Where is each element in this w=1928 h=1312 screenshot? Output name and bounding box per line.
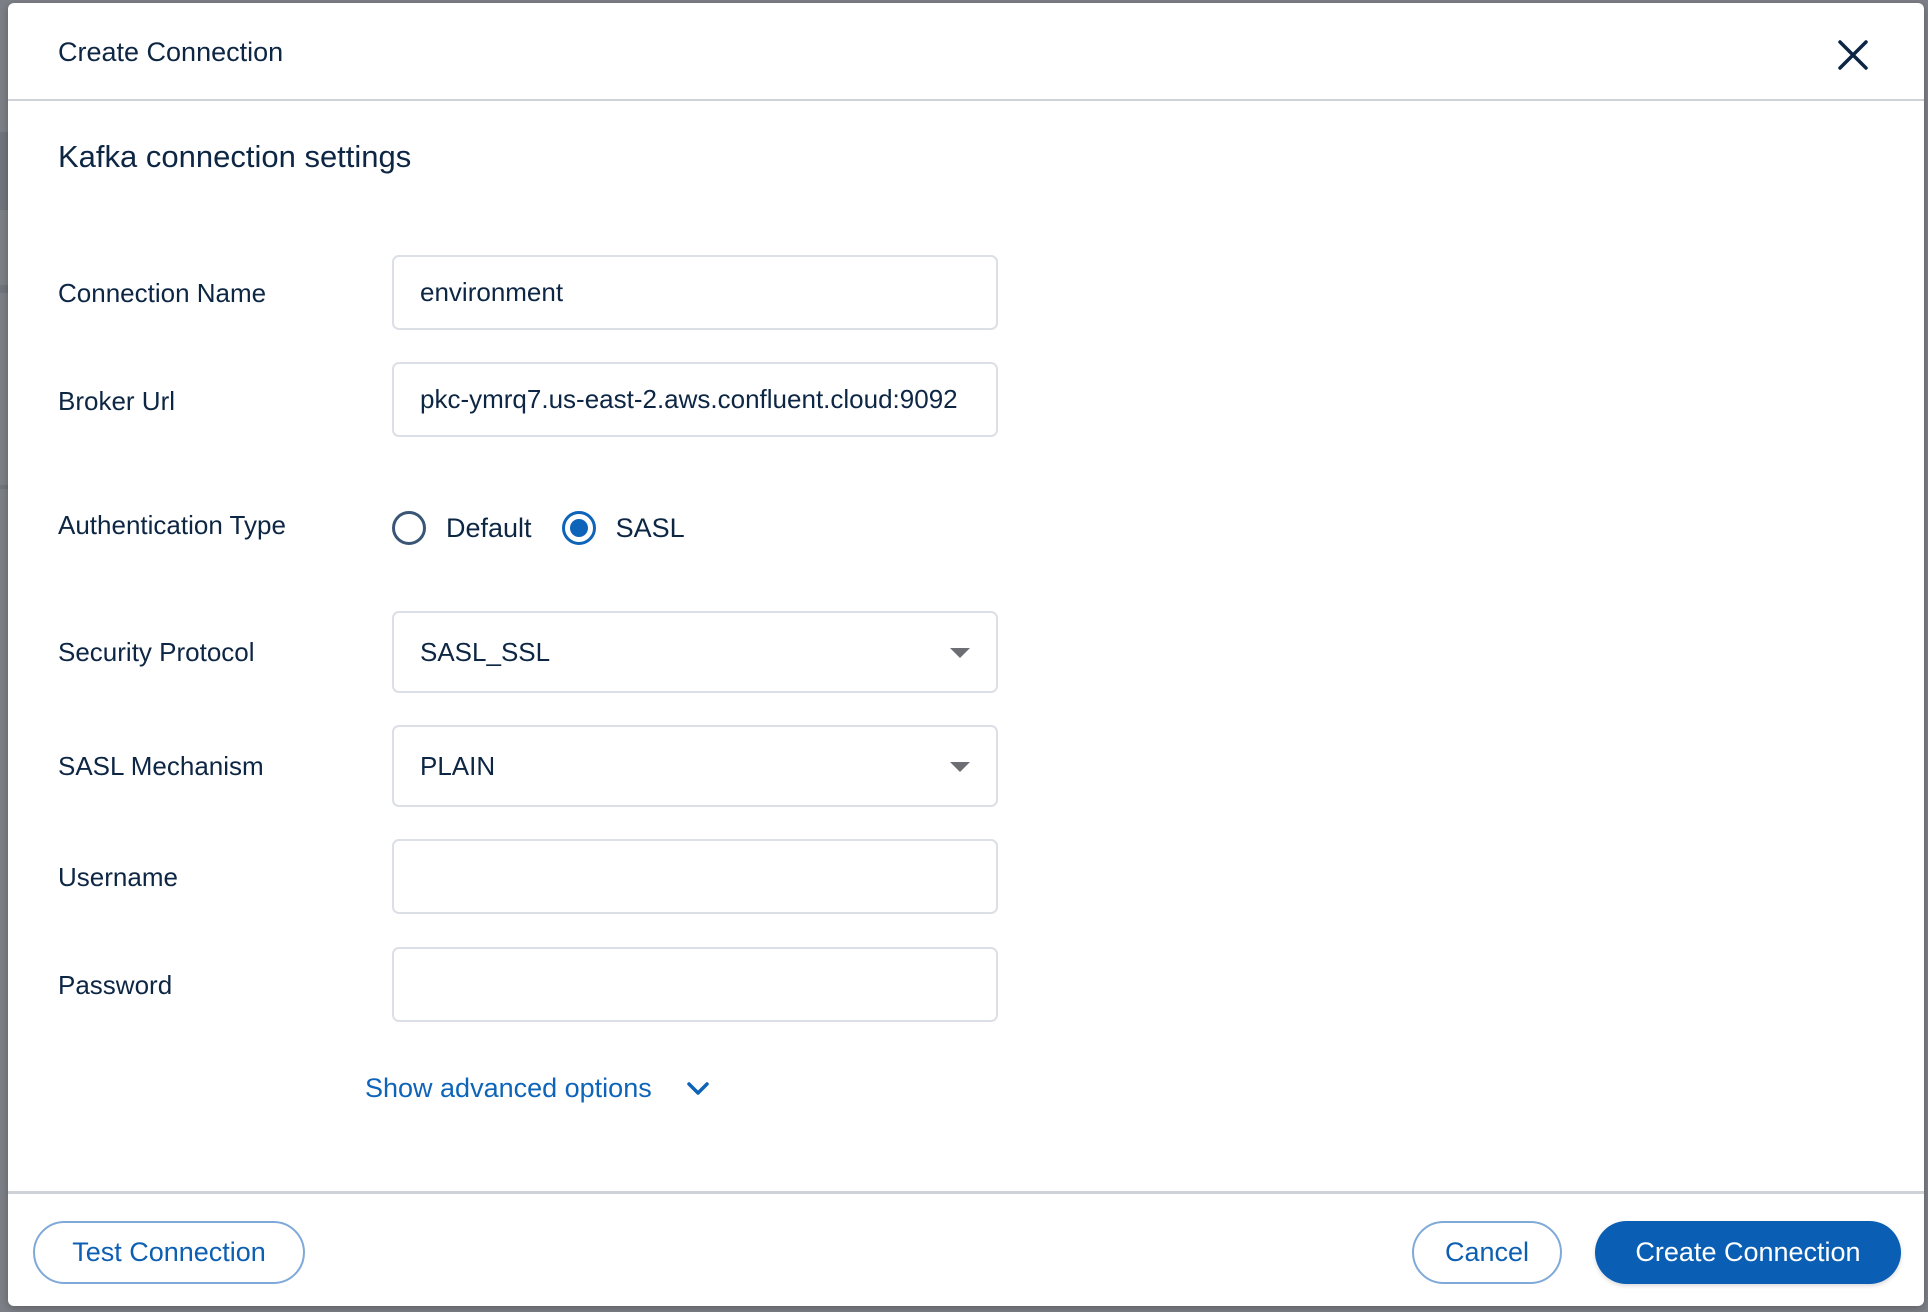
- radio-dot: [569, 519, 588, 537]
- username-input[interactable]: [420, 841, 996, 912]
- radio-default[interactable]: Default: [392, 511, 532, 545]
- cancel-button[interactable]: Cancel: [1412, 1221, 1562, 1284]
- close-button[interactable]: [1831, 33, 1875, 77]
- chevron-down-icon: [686, 1081, 710, 1097]
- sasl-mechanism-select[interactable]: PLAIN: [392, 725, 998, 807]
- dialog-footer: Test Connection Cancel Create Connection: [8, 1191, 1924, 1306]
- backdrop-band: [0, 485, 8, 489]
- password-label: Password: [58, 970, 173, 1000]
- password-input[interactable]: [420, 949, 996, 1020]
- broker-url-input[interactable]: [420, 364, 970, 435]
- close-icon: [1838, 40, 1868, 70]
- create-connection-dialog: Create Connection Kafka connection setti…: [8, 3, 1924, 1306]
- dialog-title: Create Connection: [58, 37, 284, 67]
- radio-sasl-label: SASL: [615, 512, 685, 543]
- caret-down-icon: [950, 762, 970, 772]
- section-title: Kafka connection settings: [58, 139, 412, 174]
- authentication-type-label: Authentication Type: [58, 510, 286, 540]
- username-label: Username: [58, 862, 178, 892]
- show-advanced-options-link[interactable]: Show advanced options: [365, 1073, 710, 1104]
- broker-url-field[interactable]: [392, 362, 998, 437]
- security-protocol-select[interactable]: SASL_SSL: [392, 611, 998, 693]
- username-field[interactable]: [392, 839, 998, 914]
- sasl-mechanism-label: SASL Mechanism: [58, 751, 264, 781]
- create-connection-button[interactable]: Create Connection: [1595, 1221, 1901, 1284]
- caret-down-icon: [950, 648, 970, 658]
- show-advanced-options-label: Show advanced options: [365, 1073, 652, 1103]
- connection-name-input[interactable]: [420, 257, 996, 328]
- broker-url-label: Broker Url: [58, 386, 176, 416]
- password-field[interactable]: [392, 947, 998, 1022]
- security-protocol-label: Security Protocol: [58, 637, 255, 667]
- sasl-mechanism-value: PLAIN: [420, 750, 496, 781]
- connection-name-field[interactable]: [392, 255, 998, 330]
- connection-name-label: Connection Name: [58, 278, 267, 308]
- radio-unchecked-icon[interactable]: [392, 511, 426, 545]
- radio-default-label: Default: [446, 512, 532, 543]
- radio-sasl[interactable]: SASL: [561, 511, 685, 545]
- backdrop-band: [0, 132, 8, 210]
- test-connection-button[interactable]: Test Connection: [33, 1221, 305, 1284]
- authentication-type-radio-group: Default SASL: [392, 508, 715, 548]
- backdrop-band: [0, 285, 8, 293]
- security-protocol-value: SASL_SSL: [420, 636, 551, 667]
- radio-checked-icon[interactable]: [561, 511, 596, 545]
- dialog-header: Create Connection: [8, 3, 1924, 101]
